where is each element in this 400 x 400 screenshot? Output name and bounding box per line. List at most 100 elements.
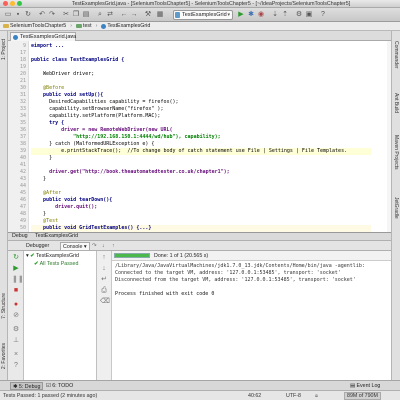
- rerun-icon[interactable]: ↻: [12, 254, 20, 262]
- undo-icon[interactable]: ↶: [38, 11, 46, 19]
- clear-icon[interactable]: ⌫: [100, 298, 110, 306]
- status-message[interactable]: Tests Passed: 1 passed (2 minutes ago): [3, 392, 97, 400]
- line-number: 50: [19, 225, 26, 231]
- debug-toolbar: ↻ ▶ ❚❚ ■ ● ⊘ ⚙ ⊥ × ?: [8, 251, 24, 380]
- project-tool-tab[interactable]: 1: Project: [1, 39, 7, 60]
- code-line: WebDriver driver;: [43, 71, 95, 77]
- mute-breakpoints-icon[interactable]: ⊘: [12, 312, 20, 320]
- close-window-button[interactable]: [3, 1, 8, 6]
- debug-panel-title: Debug: [12, 233, 28, 239]
- editor-tab-testexamplesgrid[interactable]: TestExamplesGrid.java ×: [10, 32, 76, 41]
- code-line-highlighted: e.printStackTrace(); //To change body of…: [31, 148, 371, 155]
- lock-icon[interactable]: 🔒︎: [315, 392, 318, 400]
- console-output[interactable]: /Library/Java/JavaVirtualMachines/jdk1.7…: [112, 261, 391, 380]
- debug-tool-tab[interactable]: ✱ 5: Debug: [10, 382, 44, 390]
- back-icon[interactable]: ←: [120, 11, 128, 19]
- stop-icon[interactable]: ■: [12, 287, 20, 295]
- pause-icon[interactable]: ❚❚: [12, 276, 24, 284]
- pin-icon[interactable]: ⊥: [12, 337, 20, 345]
- open-folder-icon[interactable]: ▭: [4, 11, 12, 19]
- favorites-tool-tab[interactable]: 2: Favorites: [1, 343, 7, 369]
- passed-check-icon: ✔: [30, 253, 35, 259]
- settings-icon[interactable]: ⚙: [295, 11, 303, 19]
- expand-icon[interactable]: ▾: [26, 253, 29, 259]
- close-tab-icon[interactable]: ×: [70, 33, 73, 41]
- soft-wrap-icon[interactable]: ↵: [100, 276, 108, 284]
- ant-build-tool-tab[interactable]: Ant Build: [393, 93, 399, 113]
- resume-icon[interactable]: ▶: [12, 265, 20, 273]
- coverage-icon[interactable]: ◉: [257, 11, 265, 19]
- debug-icon[interactable]: ✱: [247, 11, 255, 19]
- replace-icon[interactable]: ⇄: [106, 11, 114, 19]
- breadcrumb-folder[interactable]: test: [76, 23, 92, 29]
- vcs-commit-icon[interactable]: ⇡: [281, 11, 289, 19]
- find-icon[interactable]: ⌕: [96, 11, 104, 19]
- code-line-current: public void GridTestExamples() {...}: [31, 225, 371, 232]
- code-line: @After: [43, 190, 62, 196]
- scroll-up-icon[interactable]: ↑: [100, 254, 108, 262]
- line-number: 31: [19, 92, 26, 98]
- close-icon[interactable]: ×: [12, 351, 20, 359]
- commander-tool-tab[interactable]: Commander: [393, 41, 399, 69]
- make-icon[interactable]: ⚒: [144, 11, 152, 19]
- print-icon[interactable]: ⎙: [100, 287, 108, 295]
- step-out-icon[interactable]: ↑: [112, 242, 115, 250]
- caret-position[interactable]: 40:62: [248, 392, 261, 400]
- save-icon[interactable]: ▪: [14, 11, 22, 19]
- line-number: 30: [19, 85, 26, 91]
- code-editor[interactable]: ⊕import ... public class TestExamplesGri…: [29, 41, 387, 232]
- error-stripe[interactable]: [387, 41, 391, 232]
- sync-icon[interactable]: ↻: [24, 11, 32, 19]
- help-icon[interactable]: ?: [319, 11, 327, 19]
- navigation-bar: SeleniumToolsChapter5 › test › TestExamp…: [0, 22, 400, 31]
- test-status-text: Done: 1 of 1 (20.565 s): [154, 253, 209, 259]
- step-over-icon[interactable]: ↷: [92, 242, 96, 250]
- line-number: 21: [19, 78, 26, 84]
- console-tab[interactable]: Console ▾: [60, 242, 90, 250]
- run-configuration-dropdown[interactable]: TestExamplesGrid ▾: [173, 10, 233, 20]
- cut-icon[interactable]: ✂: [62, 11, 70, 19]
- memory-indicator[interactable]: 89M of 790M: [344, 392, 381, 400]
- breadcrumb-file[interactable]: TestExamplesGrid: [101, 23, 150, 29]
- todo-tool-tab[interactable]: ☑ 6: TODO: [44, 382, 75, 390]
- line-number: 38: [19, 141, 26, 147]
- code-line: }: [43, 176, 47, 182]
- chevron-down-icon: ▾: [227, 12, 230, 18]
- line-number: 18: [19, 57, 26, 63]
- debug-config-tab[interactable]: TestExamplesGrid: [35, 233, 78, 239]
- vcs-update-icon[interactable]: ⇣: [271, 11, 279, 19]
- code-line: DesiredCapabilities capability = firefox…: [49, 99, 179, 105]
- structure-tool-tab[interactable]: 7: Structure: [1, 293, 7, 319]
- window-title: TestExamplesGrid.java - [SeleniumToolsCh…: [71, 0, 351, 7]
- breadcrumb-file-label: TestExamplesGrid: [107, 23, 151, 29]
- tree-child-row[interactable]: ✔ All Tests Passed: [34, 261, 78, 268]
- code-line: driver = new RemoteWebDriver(new URL(: [61, 127, 173, 133]
- maven-projects-tool-tab[interactable]: Maven Projects: [393, 135, 399, 169]
- minimize-window-button[interactable]: [10, 1, 15, 6]
- scroll-down-icon[interactable]: ↓: [100, 265, 108, 273]
- debugger-tab[interactable]: Debugger: [26, 242, 49, 250]
- view-breakpoints-icon[interactable]: ●: [12, 301, 20, 309]
- compile-icon[interactable]: ▦: [156, 11, 164, 19]
- step-into-icon[interactable]: ↓: [102, 242, 105, 250]
- jetgradle-tool-tab[interactable]: JetGradle: [393, 197, 399, 219]
- file-encoding[interactable]: UTF-8: [286, 392, 301, 400]
- paste-icon[interactable]: ▤: [82, 11, 90, 19]
- tree-root-row[interactable]: ▾ ✔ TestExamplesGrid: [26, 253, 79, 260]
- settings-icon[interactable]: ⚙: [12, 326, 20, 334]
- breadcrumb-project[interactable]: SeleniumToolsChapter5: [3, 23, 66, 29]
- copy-icon[interactable]: ❐: [72, 11, 80, 19]
- forward-icon[interactable]: →: [130, 11, 138, 19]
- help-icon[interactable]: ?: [12, 362, 20, 370]
- run-icon[interactable]: ▶: [237, 11, 245, 19]
- code-line: } catch (MalformedURLException e) {: [49, 141, 155, 147]
- code-line: capability.setPlatform(Platform.MAC);: [49, 113, 161, 119]
- project-structure-icon[interactable]: ▣: [305, 11, 313, 19]
- test-progress-fill: [115, 254, 149, 257]
- console-line: /Library/Java/JavaVirtualMachines/jdk1.7…: [115, 263, 365, 269]
- line-number: 47: [19, 204, 26, 210]
- class-icon: [13, 35, 18, 40]
- todo-tool-tab-label: 6: TODO: [52, 383, 74, 389]
- event-log-tool-tab[interactable]: ▤ Event Log: [348, 382, 382, 390]
- redo-icon[interactable]: ↷: [48, 11, 56, 19]
